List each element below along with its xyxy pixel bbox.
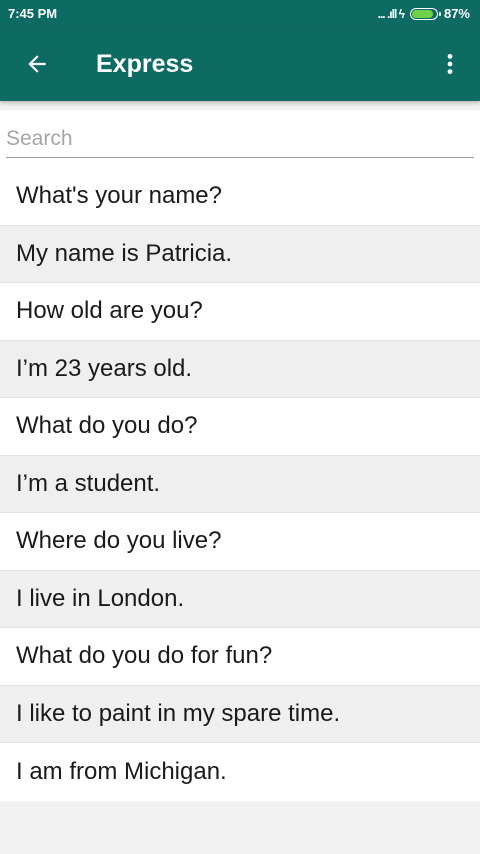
phrase-list: What's your name? My name is Patricia. H… [0, 168, 480, 801]
battery-percent: 87% [443, 6, 470, 21]
list-item[interactable]: How old are you? [0, 283, 480, 341]
overflow-menu-button[interactable] [420, 27, 480, 101]
list-item[interactable]: I’m a student. [0, 455, 480, 513]
back-button[interactable] [0, 27, 74, 101]
arrow-left-icon [28, 55, 46, 73]
more-vert-icon [447, 54, 453, 74]
search-bar [0, 110, 480, 170]
list-item[interactable]: My name is Patricia. [0, 225, 480, 283]
list-item[interactable]: What's your name? [0, 168, 480, 226]
list-item[interactable]: I am from Michigan. [0, 743, 480, 801]
status-indicators: ... .ıll ϟ 87% [378, 6, 470, 21]
status-time: 7:45 PM [8, 6, 58, 21]
list-item[interactable]: I’m 23 years old. [0, 340, 480, 398]
list-item[interactable]: I live in London. [0, 570, 480, 628]
battery-fill [411, 9, 433, 18]
list-item[interactable]: Where do you live? [0, 513, 480, 571]
list-item[interactable]: I like to paint in my spare time. [0, 685, 480, 743]
page-title: Express [96, 49, 194, 78]
list-item[interactable]: What do you do for fun? [0, 628, 480, 686]
search-input[interactable] [6, 120, 474, 158]
list-item[interactable]: What do you do? [0, 398, 480, 456]
app-bar: Express [0, 27, 480, 101]
status-bar: 7:45 PM ... .ıll ϟ 87% [0, 0, 480, 27]
battery-icon [409, 7, 441, 20]
signal-icon: ... .ıll ϟ [377, 6, 405, 21]
